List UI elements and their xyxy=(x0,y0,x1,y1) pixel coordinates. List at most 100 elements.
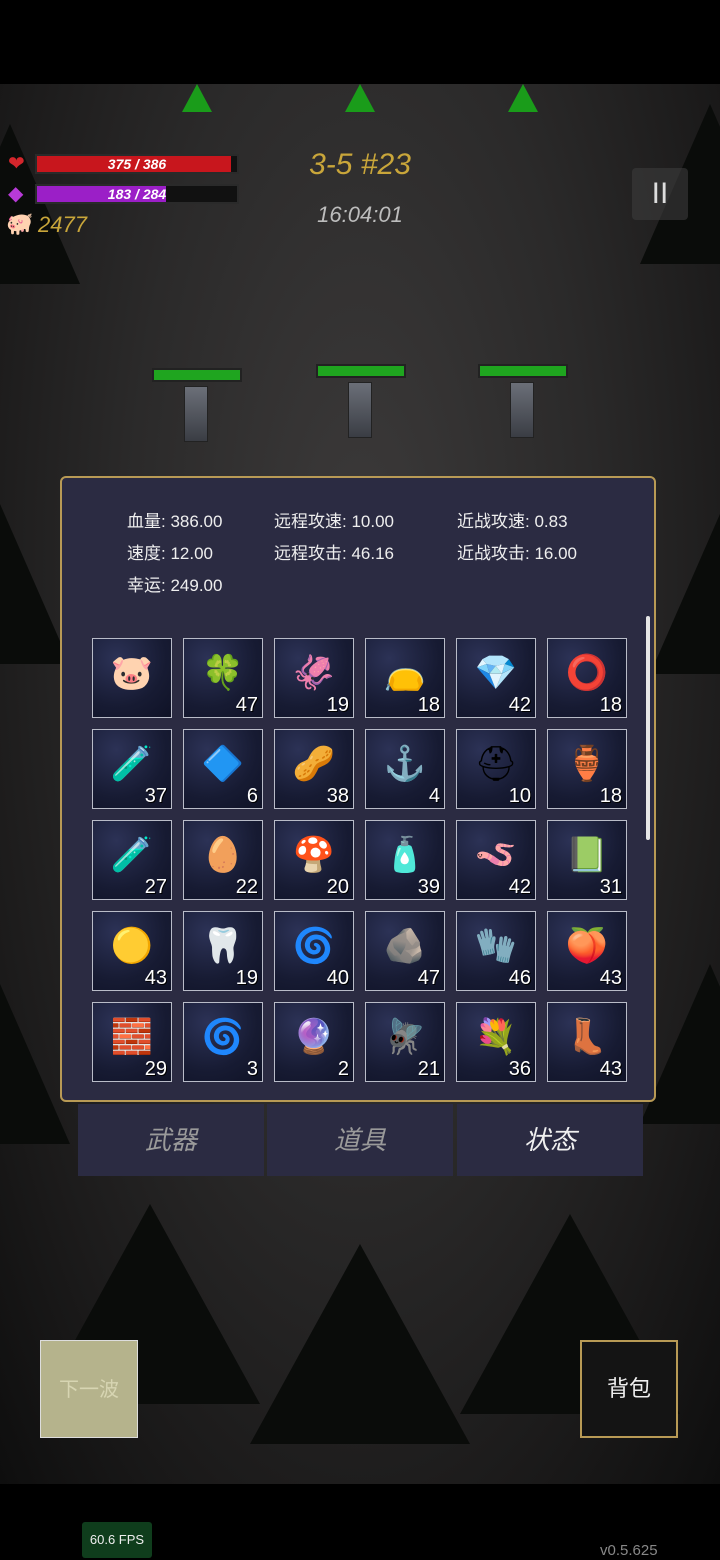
hp-text: 375 / 386 xyxy=(107,156,167,172)
mushroom-icon: 🍄 xyxy=(292,836,336,874)
egg-sack-icon: 🥚 xyxy=(201,836,245,874)
item-count: 19 xyxy=(326,694,349,716)
dragonfly-icon: 🪰 xyxy=(383,1018,427,1056)
blue-potion-icon: 🧪 xyxy=(110,745,154,783)
inventory-slot[interactable]: 🧴 39 xyxy=(365,820,445,900)
stat-value: 10.00 xyxy=(351,512,395,531)
item-count: 4 xyxy=(428,785,440,807)
item-count: 42 xyxy=(508,876,531,898)
inventory-slot[interactable]: 👝 18 xyxy=(365,638,445,718)
inventory-slot[interactable]: 🪨 47 xyxy=(365,911,445,991)
item-count: 38 xyxy=(326,785,349,807)
inventory-slot[interactable]: 🍀 47 xyxy=(183,638,263,718)
item-count: 18 xyxy=(599,785,622,807)
inventory-slot[interactable]: 🍄 20 xyxy=(274,820,354,900)
inventory-slot[interactable]: 🟡 43 xyxy=(92,911,172,991)
tower-body xyxy=(184,386,208,442)
inventory-slot[interactable]: 🪰 21 xyxy=(365,1002,445,1082)
inventory-slot[interactable]: 🌀 40 xyxy=(274,911,354,991)
inventory-slot[interactable]: 🦑 19 xyxy=(274,638,354,718)
inventory-slot[interactable]: 💎 42 xyxy=(456,638,536,718)
pig-icon: 🐖 xyxy=(6,211,34,236)
tab-status[interactable]: 状态 xyxy=(457,1104,643,1176)
version-label: v0.5.625 xyxy=(600,1542,658,1559)
mp-text: 183 / 284 xyxy=(107,186,167,202)
inventory-slot[interactable]: 🧤 46 xyxy=(456,911,536,991)
piggy-bank-icon: 🐷 xyxy=(110,654,154,692)
inventory-slot[interactable]: 🧪 27 xyxy=(92,820,172,900)
mp-bar: 183 / 284 xyxy=(35,184,239,204)
item-count: 18 xyxy=(417,694,440,716)
stat-melee-speed: 近战攻速: 0.83 xyxy=(457,507,568,532)
inventory-slot[interactable]: 🍑 43 xyxy=(547,911,627,991)
peach-icon: 🍑 xyxy=(565,927,609,965)
inventory-slot[interactable]: 🥜 38 xyxy=(274,729,354,809)
inventory-slot[interactable]: 🧱 29 xyxy=(92,1002,172,1082)
diamond-tile-icon: 🔷 xyxy=(201,745,245,783)
stat-melee-attack: 近战攻击: 16.00 xyxy=(457,539,577,564)
item-count: 39 xyxy=(417,876,440,898)
fps-counter: 60.6 FPS xyxy=(82,1522,152,1558)
tower-health-bar xyxy=(478,364,568,378)
boots-icon: 👢 xyxy=(565,1018,609,1056)
stat-hp: 血量: 386.00 xyxy=(127,507,222,532)
mana-crystal-icon: ◆ xyxy=(8,183,24,205)
tower xyxy=(478,364,568,454)
silver-ore-icon: 🪨 xyxy=(383,927,427,965)
item-count: 19 xyxy=(235,967,258,989)
flower-wreath-icon: 💐 xyxy=(474,1018,518,1056)
skull-book-icon: 📗 xyxy=(565,836,609,874)
inventory-slot[interactable]: 🪱 42 xyxy=(456,820,536,900)
inventory-slot[interactable]: 🔷 6 xyxy=(183,729,263,809)
tab-weapons[interactable]: 武器 xyxy=(78,1104,264,1176)
item-count: 47 xyxy=(235,694,258,716)
item-count: 29 xyxy=(144,1058,167,1080)
item-count: 6 xyxy=(246,785,258,807)
item-count: 10 xyxy=(508,785,531,807)
inventory-slot[interactable]: 🔮 2 xyxy=(274,1002,354,1082)
tower-body xyxy=(348,382,372,438)
tower xyxy=(316,364,406,454)
tower-body xyxy=(510,382,534,438)
inventory-slot[interactable]: 💐 36 xyxy=(456,1002,536,1082)
item-count: 21 xyxy=(417,1058,440,1080)
item-count: 42 xyxy=(508,694,531,716)
item-count: 31 xyxy=(599,876,622,898)
stat-luck: 幸运: 249.00 xyxy=(127,571,222,596)
hook-icon: ⚓ xyxy=(383,745,427,783)
inventory-slot[interactable]: 🏺 18 xyxy=(547,729,627,809)
inventory-slot[interactable]: ⭕ 18 xyxy=(547,638,627,718)
inventory-scrollbar[interactable] xyxy=(646,616,650,840)
tab-items[interactable]: 道具 xyxy=(267,1104,453,1176)
next-wave-button[interactable]: 下一波 xyxy=(40,1340,138,1438)
inventory-slot[interactable]: 🥚 22 xyxy=(183,820,263,900)
stat-value: 386.00 xyxy=(170,512,223,531)
thorn-crown-icon: 🌀 xyxy=(292,927,336,965)
inventory-slot[interactable]: 🦷 19 xyxy=(183,911,263,991)
vial-icon: 🧴 xyxy=(383,836,427,874)
tower-health-bar xyxy=(316,364,406,378)
item-count: 46 xyxy=(508,967,531,989)
inventory-slot[interactable]: 🐷 xyxy=(92,638,172,718)
item-count: 43 xyxy=(599,1058,622,1080)
inventory-slot[interactable]: 👢 43 xyxy=(547,1002,627,1082)
item-count: 2 xyxy=(337,1058,349,1080)
tree-shadow xyxy=(250,1244,470,1444)
ore-chunks-icon: 🧱 xyxy=(110,1018,154,1056)
worm-icon: 🪱 xyxy=(474,836,518,874)
inventory-slot[interactable]: ⛑ 10 xyxy=(456,729,536,809)
inventory-slot[interactable]: 🧪 37 xyxy=(92,729,172,809)
stat-value: 12.00 xyxy=(170,544,214,563)
green-potion-icon: 🧪 xyxy=(110,836,154,874)
item-count: 43 xyxy=(599,967,622,989)
inventory-slot[interactable]: ⚓ 4 xyxy=(365,729,445,809)
item-count: 18 xyxy=(599,694,622,716)
spawn-marker-icon xyxy=(345,84,375,112)
tree-shadow xyxy=(650,514,720,674)
inventory-slot[interactable]: 📗 31 xyxy=(547,820,627,900)
pause-button[interactable]: II xyxy=(632,168,688,220)
inventory-slot[interactable]: 🌀 3 xyxy=(183,1002,263,1082)
hp-bar: 375 / 386 xyxy=(35,154,239,174)
bag-button[interactable]: 背包 xyxy=(580,1340,678,1438)
spawn-marker-icon xyxy=(508,84,538,112)
